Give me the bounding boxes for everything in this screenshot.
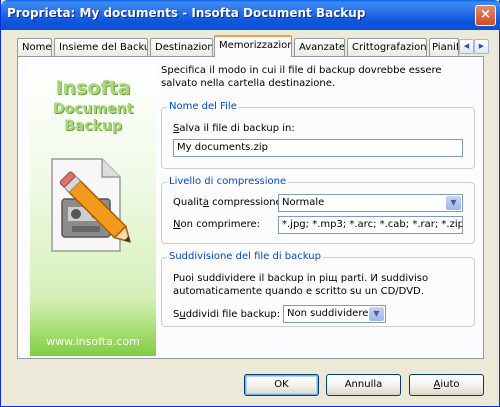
compression-group-legend: Livello di compressione (167, 176, 289, 187)
banner-brand-line-2: Document (52, 101, 134, 117)
file-name-group: Nome del File (161, 101, 475, 169)
dropdown-arrow-icon[interactable]: ▼ (446, 196, 461, 210)
save-file-label: Salva il file di backup in: (173, 123, 295, 134)
compression-group: Livello di compressione (161, 176, 475, 244)
tab-avanzate[interactable]: Avanzate (294, 38, 345, 56)
split-backup-select[interactable]: Non suddividere ▼ (283, 305, 386, 323)
tab-insieme-del-backup[interactable]: Insieme del Backup (54, 38, 148, 56)
tab-strip: Nome Insieme del Backup Destinazione Mem… (17, 35, 489, 57)
close-button[interactable]: × (475, 5, 496, 26)
dialog-window: Proprieta: My documents - Insofta Docume… (0, 0, 500, 407)
banner-brand-line-1: Insofta (55, 77, 131, 99)
compression-quality-select[interactable]: Normale ▼ (278, 194, 463, 212)
exclude-extensions-input[interactable]: *.jpg; *.mp3; *.arc; *.cab; *.rar; *.zip… (278, 216, 463, 234)
tab-crittografazione[interactable]: Crittografazione (347, 38, 427, 56)
tab-scroll-left-icon: ◀ (463, 42, 470, 50)
intro-text: Specifica il modo in cui il file di back… (161, 65, 442, 89)
dropdown-arrow-icon[interactable]: ▼ (369, 307, 384, 321)
exclude-compression-label: Non comprimere: (173, 219, 261, 230)
product-banner: Insofta Document Backup www.insofta.com (30, 65, 156, 356)
split-group-legend: Suddivisione del file di backup (167, 251, 323, 262)
ok-button[interactable]: OK (244, 374, 319, 396)
close-icon: × (480, 7, 491, 22)
split-backup-value: Non suddividere (287, 308, 369, 319)
tab-pianificazione[interactable]: Pianif (429, 38, 459, 56)
tab-memorizzazione[interactable]: Memorizzazione (214, 35, 292, 57)
split-backup-label: Suddividi file backup: (173, 309, 281, 320)
tab-destinazione[interactable]: Destinazione (150, 38, 213, 56)
window-title: Proprieta: My documents - Insofta Docume… (7, 6, 366, 20)
banner-website: www.insofta.com (46, 335, 140, 348)
save-file-label-text: alva il file di backup in: (179, 123, 295, 134)
compression-quality-label: Qualita compressione: (173, 197, 286, 208)
title-bar[interactable]: Proprieta: My documents - Insofta Docume… (1, 0, 500, 30)
tab-scroll-left-button[interactable]: ◀ (459, 39, 474, 54)
cancel-button[interactable]: Annulla (326, 374, 401, 396)
document-pencil-icon (51, 158, 132, 252)
file-name-group-legend: Nome del File (167, 101, 239, 112)
file-name-input[interactable]: My documents.zip (173, 139, 463, 157)
split-description: Puoi suddividere il backup in piщ parti.… (173, 273, 429, 297)
tab-scroll-right-button[interactable]: ▶ (474, 39, 489, 54)
tab-scroll-right-icon: ▶ (478, 42, 485, 50)
banner-brand-line-3: Backup (64, 118, 122, 134)
tab-nome[interactable]: Nome (17, 38, 52, 56)
help-button[interactable]: Aiuto (409, 374, 484, 396)
compression-quality-value: Normale (282, 197, 325, 208)
